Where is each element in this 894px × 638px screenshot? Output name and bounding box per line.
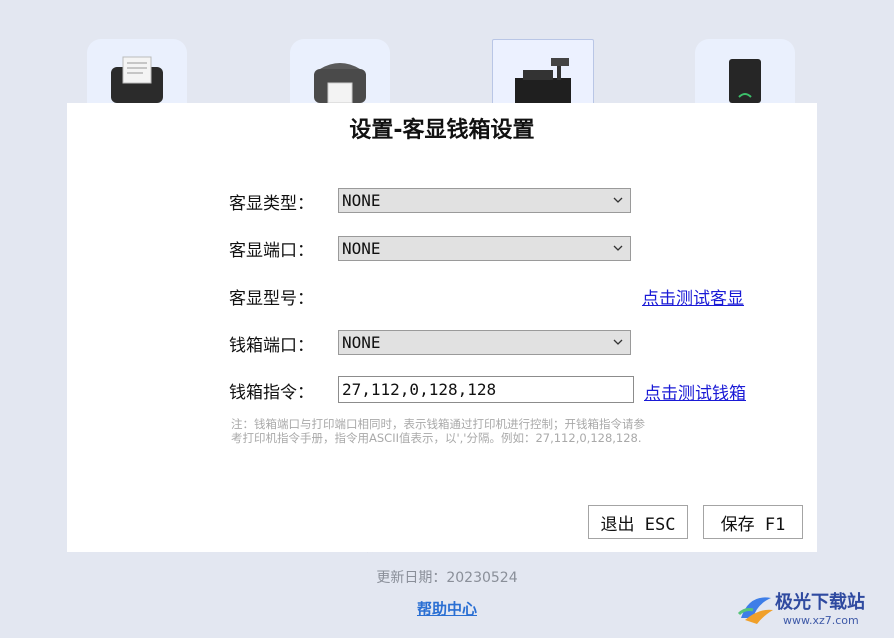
- test-display-link[interactable]: 点击测试客显: [642, 284, 744, 309]
- help-center-link[interactable]: 帮助中心: [417, 600, 477, 618]
- dialog-title: 设置-客显钱箱设置: [349, 118, 535, 143]
- chevron-down-icon: [613, 197, 623, 203]
- display-type-label: 客显类型：: [229, 194, 314, 214]
- drawer-port-select[interactable]: NONE: [338, 330, 631, 355]
- drawer-command-input[interactable]: 27,112,0,128,128: [338, 376, 634, 403]
- drawer-port-label: 钱箱端口：: [229, 336, 314, 356]
- display-model-label: 客显型号：: [229, 289, 314, 309]
- drawer-port-value: NONE: [342, 333, 381, 352]
- watermark-name: 极光下载站: [775, 592, 865, 613]
- drawer-command-label: 钱箱指令：: [229, 383, 314, 403]
- card-reader-icon: [729, 59, 761, 103]
- display-type-value: NONE: [342, 191, 381, 210]
- chevron-down-icon: [613, 245, 623, 251]
- watermark-url: www.xz7.com: [783, 614, 859, 627]
- display-port-value: NONE: [342, 239, 381, 258]
- site-watermark: 极光下载站 www.xz7.com: [733, 584, 893, 634]
- chevron-down-icon: [613, 339, 623, 345]
- receipt-printer-icon: [111, 56, 163, 103]
- cash-drawer-settings-dialog: 设置-客显钱箱设置 客显类型： NONE 客显端口： NONE 客显型号： 点击…: [67, 103, 817, 552]
- note-line-1: 注：钱箱端口与打印端口相同时，表示钱箱通过打印机进行控制；开钱箱指令请参: [231, 417, 645, 431]
- label-printer-icon: [314, 63, 366, 103]
- drawer-note: 注：钱箱端口与打印端口相同时，表示钱箱通过打印机进行控制；开钱箱指令请参 考打印…: [231, 417, 731, 445]
- drawer-command-value: 27,112,0,128,128: [342, 380, 497, 399]
- cash-register-icon: [515, 58, 571, 104]
- exit-button[interactable]: 退出 ESC: [588, 505, 688, 539]
- aurora-logo-icon: [737, 597, 773, 624]
- note-line-2: 考打印机指令手册，指令用ASCII值表示，以','分隔。例如：27,112,0,…: [231, 431, 642, 445]
- display-port-label: 客显端口：: [229, 241, 314, 261]
- save-button[interactable]: 保存 F1: [703, 505, 803, 539]
- test-drawer-link[interactable]: 点击测试钱箱: [644, 379, 746, 404]
- display-type-select[interactable]: NONE: [338, 188, 631, 213]
- display-port-select[interactable]: NONE: [338, 236, 631, 261]
